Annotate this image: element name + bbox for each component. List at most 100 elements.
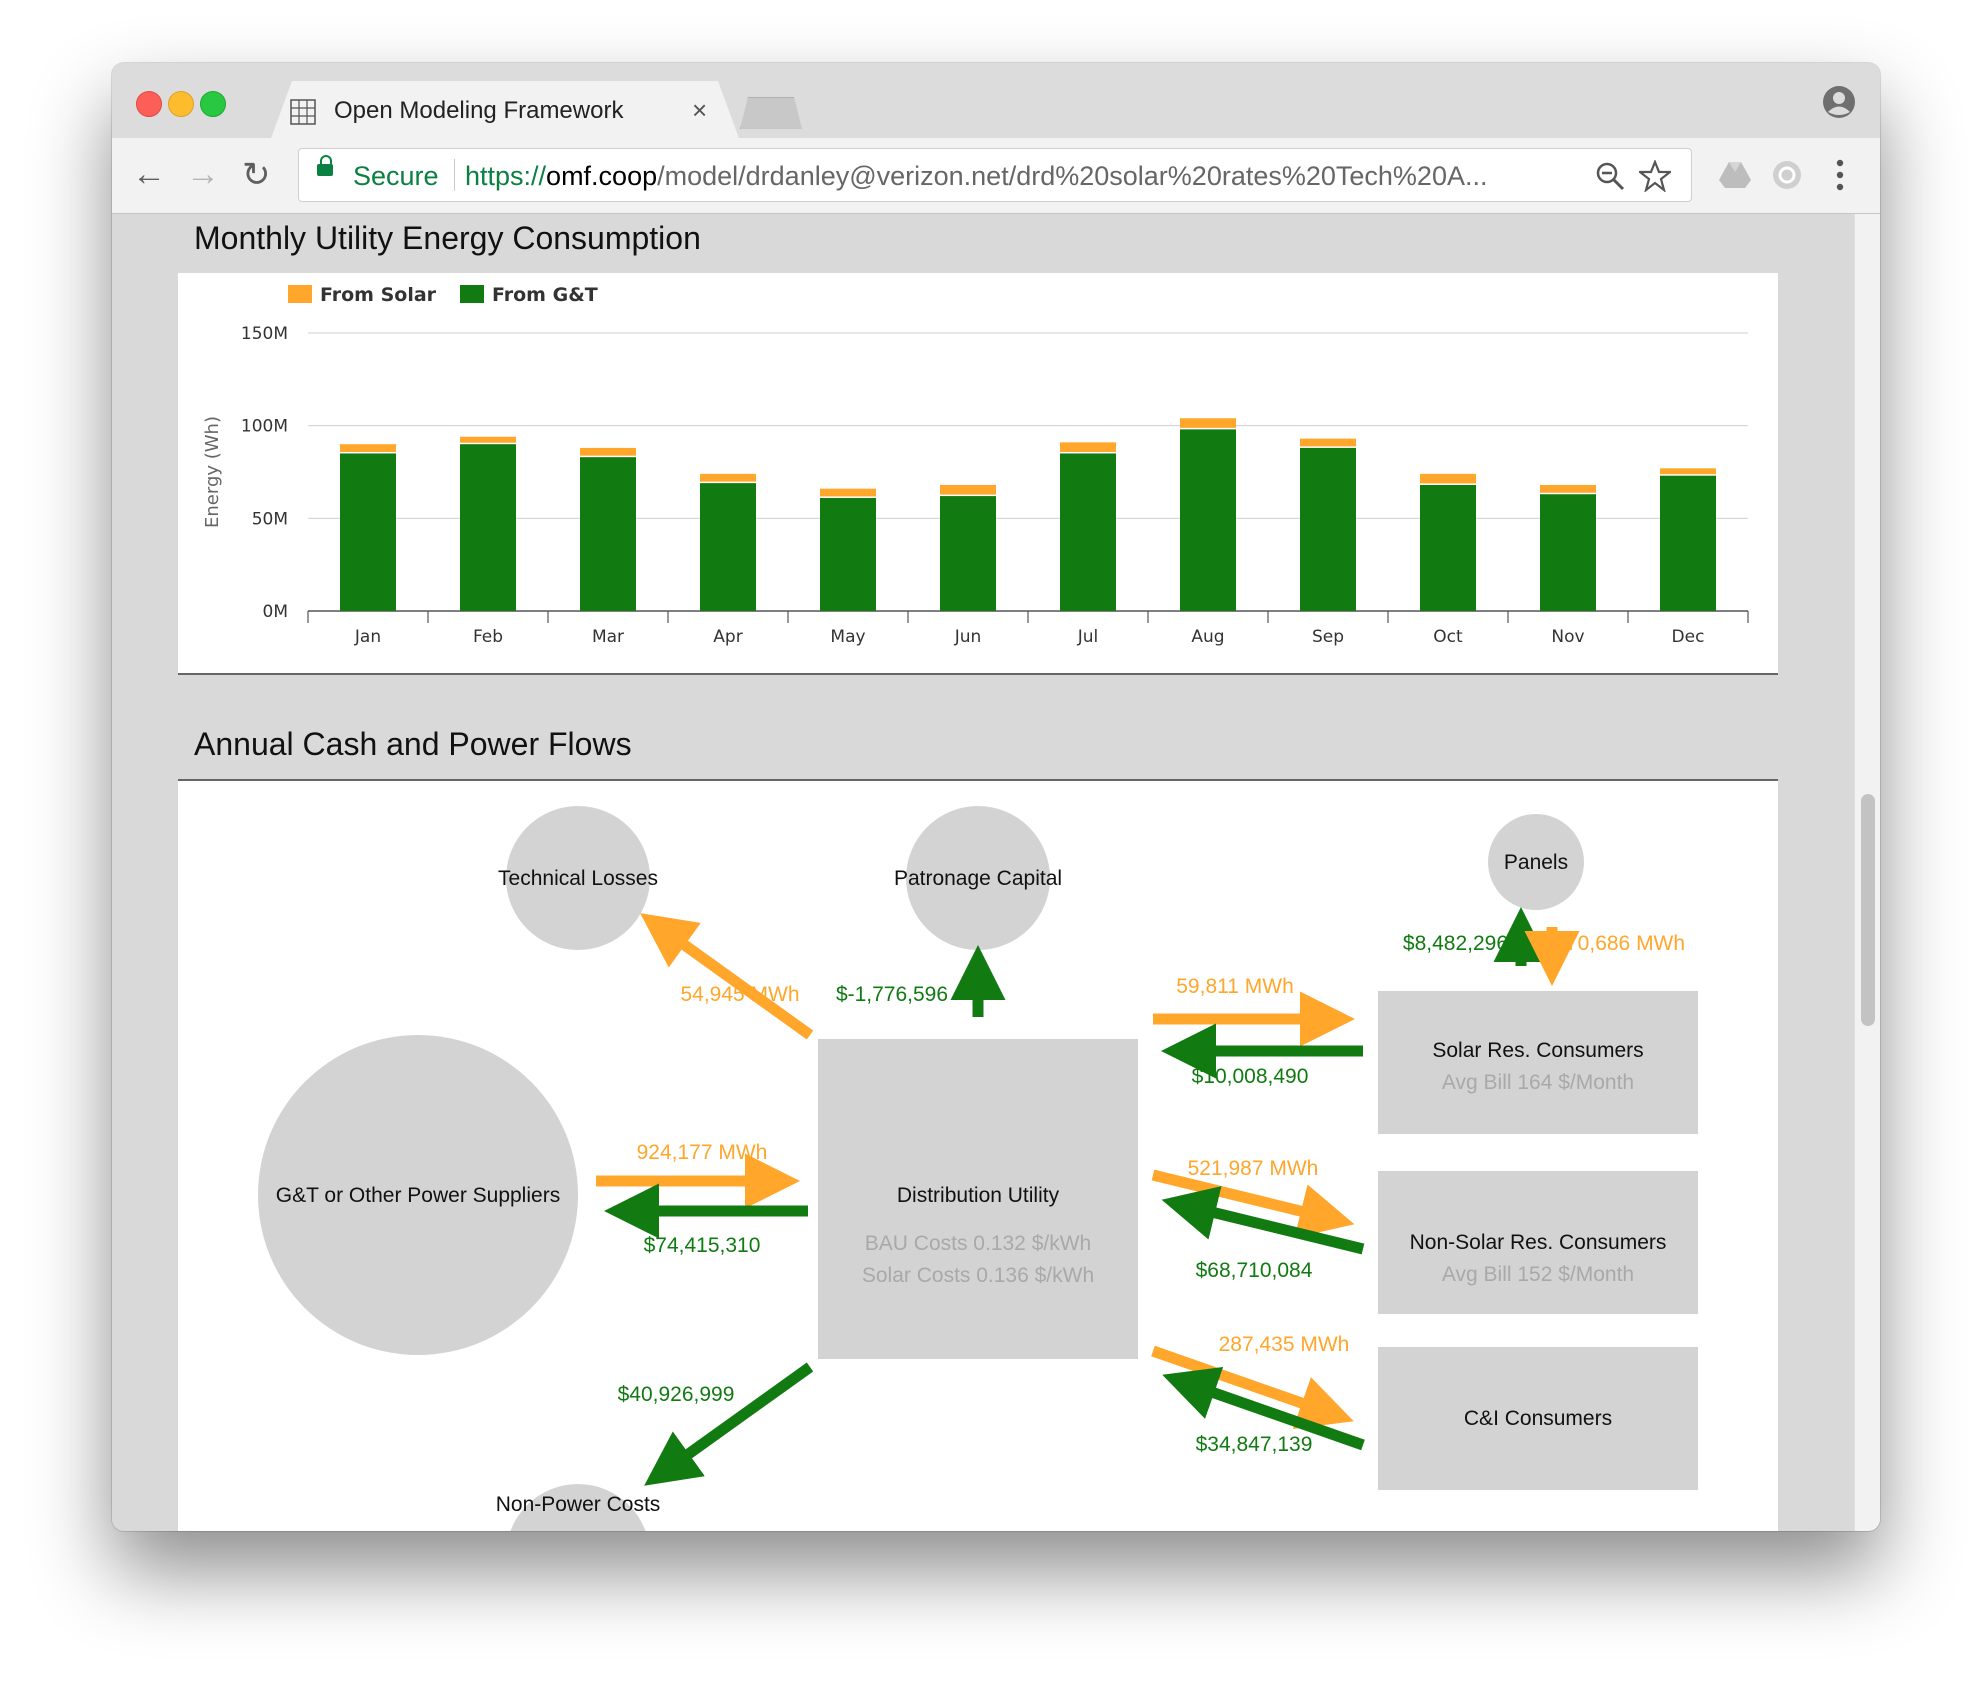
y-axis-label: Energy (Wh) xyxy=(202,416,223,528)
tab-close-icon[interactable]: × xyxy=(692,95,707,126)
legend-swatch xyxy=(288,285,312,303)
bar-gt xyxy=(1300,447,1356,611)
drive-extension-icon[interactable] xyxy=(1718,160,1752,190)
flows-diagram-panel: Technical Losses Patronage Capital Panel… xyxy=(178,781,1778,1531)
forward-arrow-icon[interactable]: → xyxy=(186,155,220,194)
bar-gt xyxy=(1180,429,1236,611)
bar-solar xyxy=(700,473,756,482)
nonpower-cash-label: $40,926,999 xyxy=(618,1383,735,1406)
bar-gt xyxy=(1420,484,1476,611)
patronage-cash-label: $-1,776,596 xyxy=(836,983,948,1006)
url-text[interactable]: https://omf.coop/model/drdanley@verizon.… xyxy=(465,161,1525,192)
zoom-window-button[interactable] xyxy=(200,91,226,117)
bar-solar xyxy=(1180,418,1236,428)
x-tick-label: Sep xyxy=(1312,627,1344,647)
url-protocol: https:// xyxy=(465,161,547,191)
page-content: Monthly Utility Energy Consumption From … xyxy=(112,214,1880,1531)
bar-gt xyxy=(700,483,756,611)
chart-section-title: Monthly Utility Energy Consumption xyxy=(194,220,701,256)
bar-solar xyxy=(1660,468,1716,475)
bar-solar xyxy=(1060,442,1116,452)
url-host: omf.coop xyxy=(546,161,658,191)
non-power-costs-label: Non-Power Costs xyxy=(496,1493,661,1516)
scrollbar-thumb[interactable] xyxy=(1861,794,1875,1026)
bar-gt xyxy=(1540,494,1596,611)
nonsolar-cash-label: $68,710,084 xyxy=(1196,1259,1313,1282)
bar-solar xyxy=(1300,438,1356,447)
minimize-window-button[interactable] xyxy=(168,91,194,117)
zoom-icon[interactable] xyxy=(1595,161,1625,191)
bau-costs-label: BAU Costs 0.132 $/kWh xyxy=(865,1232,1091,1255)
title-bar: Open Modeling Framework × xyxy=(112,63,1880,141)
solar-res-label: Solar Res. Consumers xyxy=(1432,1039,1643,1062)
legend-label: From G&T xyxy=(492,284,598,306)
nonsolar-res-label: Non-Solar Res. Consumers xyxy=(1410,1231,1667,1254)
x-tick-label: Oct xyxy=(1433,627,1463,647)
nonsolar-cash-arrow xyxy=(1161,1186,1365,1255)
bar-solar xyxy=(940,484,996,495)
flows-section-title: Annual Cash and Power Flows xyxy=(194,726,632,762)
x-tick-label: Aug xyxy=(1191,627,1224,647)
chart-gridlines xyxy=(308,332,1748,612)
panels-mwh-label: 70,686 MWh xyxy=(1566,932,1685,955)
bar-solar xyxy=(340,444,396,452)
browser-window: Open Modeling Framework × ← → ↻ Secure h… xyxy=(112,63,1880,1531)
solar-res-consumers-node xyxy=(1378,991,1698,1134)
patronage-capital-label: Patronage Capital xyxy=(894,867,1062,890)
ci-cash-label: $34,847,139 xyxy=(1196,1433,1313,1456)
back-arrow-icon[interactable]: ← xyxy=(132,155,166,194)
losses-mwh-label: 54,945 MWh xyxy=(680,983,799,1006)
url-path: /model/drdanley@verizon.net/drd%20solar%… xyxy=(657,161,1488,191)
solar-costs-label: Solar Costs 0.136 $/kWh xyxy=(862,1264,1094,1287)
chart-panel-border xyxy=(178,673,1778,675)
nonsolar-power-arrow xyxy=(1151,1169,1355,1238)
y-tick-label: 50M xyxy=(252,509,288,529)
bar-gt xyxy=(580,457,636,611)
solar-res-bill: Avg Bill 164 $/Month xyxy=(1442,1071,1634,1094)
panels-cash-label: $8,482,296 xyxy=(1403,932,1508,955)
energy-chart: From Solar From G&T 0M 50M 100M 150M Energy (… xyxy=(202,284,1749,647)
cash-power-flow-diagram: Technical Losses Patronage Capital Panel… xyxy=(258,806,1698,1531)
address-separator xyxy=(454,159,455,191)
extension-shield-icon[interactable] xyxy=(1772,160,1802,190)
bar-gt xyxy=(460,444,516,611)
distribution-utility-label: Distribution Utility xyxy=(897,1184,1060,1207)
x-tick-label: Mar xyxy=(592,627,624,647)
legend-label: From Solar xyxy=(320,284,437,306)
bar-gt xyxy=(1660,475,1716,611)
bar-solar xyxy=(1540,484,1596,493)
bar-solar xyxy=(580,447,636,456)
profile-avatar-icon[interactable] xyxy=(1822,85,1856,119)
x-tick-label: Nov xyxy=(1551,627,1584,647)
new-tab-button[interactable] xyxy=(740,97,802,129)
chart-x-axis: Jan Feb Mar Apr May Jun Jul Aug Sep Oct Nov Dec xyxy=(307,611,1749,647)
gt-cash-label: $74,415,310 xyxy=(644,1234,761,1257)
grid-favicon-icon xyxy=(290,99,316,125)
bar-gt xyxy=(820,497,876,611)
browser-toolbar: ← → ↻ Secure https://omf.coop/model/drda… xyxy=(112,138,1880,214)
gt-suppliers-label: G&T or Other Power Suppliers xyxy=(276,1184,560,1207)
bar-solar xyxy=(820,488,876,497)
y-tick-label: 0M xyxy=(263,602,288,622)
panels-label: Panels xyxy=(1504,851,1568,874)
menu-dots-icon[interactable] xyxy=(1834,158,1846,192)
x-tick-label: Dec xyxy=(1672,627,1705,647)
ci-label: C&I Consumers xyxy=(1464,1407,1612,1430)
losses-power-arrow xyxy=(640,913,814,1040)
technical-losses-label: Technical Losses xyxy=(498,867,658,890)
bar-gt xyxy=(340,453,396,611)
ci-mwh-label: 287,435 MWh xyxy=(1219,1333,1350,1356)
lock-icon xyxy=(317,155,333,176)
bar-solar xyxy=(1420,473,1476,484)
page-scrollbar[interactable] xyxy=(1854,214,1880,1531)
secure-label: Secure xyxy=(353,161,439,191)
reload-icon[interactable]: ↻ xyxy=(242,155,271,195)
tab-title: Open Modeling Framework xyxy=(334,97,624,124)
address-bar[interactable]: Secure https://omf.coop/model/drdanley@v… xyxy=(298,148,1692,202)
bookmark-star-icon[interactable] xyxy=(1639,160,1671,192)
bar-gt xyxy=(1060,453,1116,611)
nonsolar-mwh-label: 521,987 MWh xyxy=(1188,1157,1319,1180)
close-window-button[interactable] xyxy=(136,91,162,117)
x-tick-label: Apr xyxy=(713,627,742,647)
solar-res-mwh-label: 59,811 MWh xyxy=(1176,975,1294,998)
